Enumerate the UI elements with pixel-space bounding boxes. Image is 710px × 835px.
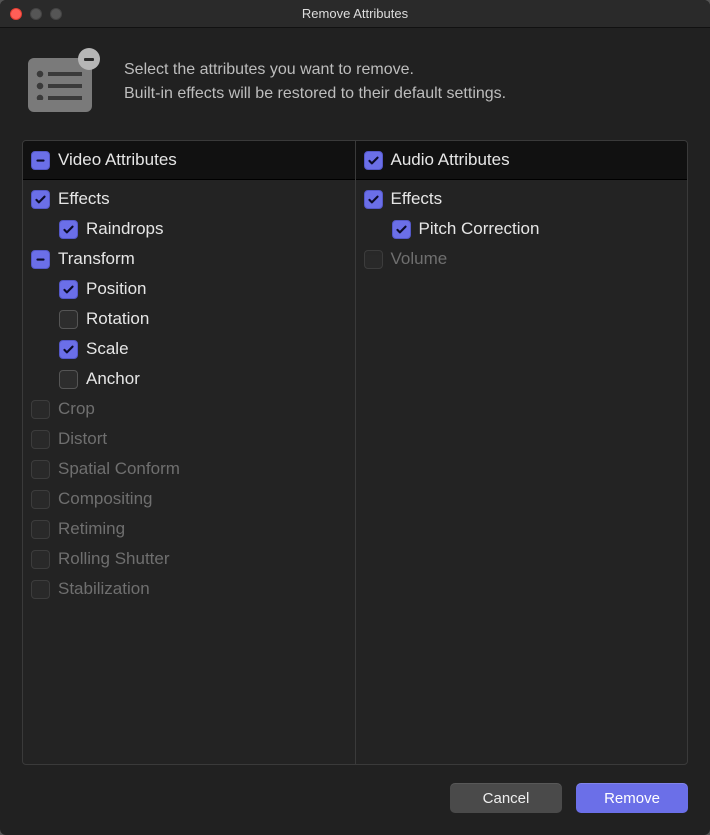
video-crop-checkbox bbox=[31, 400, 50, 419]
video-scale-label: Scale bbox=[86, 339, 129, 359]
video-position-checkbox[interactable] bbox=[59, 280, 78, 299]
video-attributes-header: Video Attributes bbox=[23, 141, 355, 180]
audio-attributes-panel: Audio Attributes Effects Pitch Correction… bbox=[355, 141, 688, 764]
video-rotation-row: Rotation bbox=[31, 304, 347, 334]
audio-volume-row: Volume bbox=[364, 244, 680, 274]
audio-pitch-correction-checkbox[interactable] bbox=[392, 220, 411, 239]
zoom-window-button[interactable] bbox=[50, 8, 62, 20]
video-scale-checkbox[interactable] bbox=[59, 340, 78, 359]
video-rolling-shutter-checkbox bbox=[31, 550, 50, 569]
video-spatial-conform-checkbox bbox=[31, 460, 50, 479]
video-crop-row: Crop bbox=[31, 394, 347, 424]
cancel-button[interactable]: Cancel bbox=[450, 783, 562, 813]
dialog-window: Remove Attributes Select the attributes … bbox=[0, 0, 710, 835]
remove-button[interactable]: Remove bbox=[576, 783, 688, 813]
minimize-window-button[interactable] bbox=[30, 8, 42, 20]
audio-attributes-list: Effects Pitch Correction Volume bbox=[356, 180, 688, 278]
remove-attributes-icon bbox=[28, 52, 98, 112]
audio-pitch-correction-row: Pitch Correction bbox=[364, 214, 680, 244]
attribute-panels: Video Attributes Effects Raindrops Transfo… bbox=[22, 140, 688, 765]
video-anchor-checkbox[interactable] bbox=[59, 370, 78, 389]
video-scale-row: Scale bbox=[31, 334, 347, 364]
video-attributes-header-row: Video Attributes bbox=[31, 145, 347, 175]
video-effects-row: Effects bbox=[31, 184, 347, 214]
audio-attributes-header: Audio Attributes bbox=[356, 141, 688, 180]
video-anchor-row: Anchor bbox=[31, 364, 347, 394]
video-stabilization-label: Stabilization bbox=[58, 579, 150, 599]
video-retiming-label: Retiming bbox=[58, 519, 125, 539]
video-position-label: Position bbox=[86, 279, 146, 299]
dialog-description: Select the attributes you want to remove… bbox=[124, 58, 506, 106]
video-effects-label: Effects bbox=[58, 189, 110, 209]
dialog-footer: Cancel Remove bbox=[0, 783, 710, 835]
video-effects-checkbox[interactable] bbox=[31, 190, 50, 209]
video-anchor-label: Anchor bbox=[86, 369, 140, 389]
close-window-button[interactable] bbox=[10, 8, 22, 20]
video-attributes-header-label: Video Attributes bbox=[58, 150, 177, 170]
video-attributes-list: Effects Raindrops Transform Position Rotatio… bbox=[23, 180, 355, 608]
video-transform-checkbox[interactable] bbox=[31, 250, 50, 269]
audio-attributes-header-label: Audio Attributes bbox=[391, 150, 510, 170]
video-stabilization-row: Stabilization bbox=[31, 574, 347, 604]
video-compositing-checkbox bbox=[31, 490, 50, 509]
dialog-header: Select the attributes you want to remove… bbox=[0, 28, 710, 140]
video-compositing-row: Compositing bbox=[31, 484, 347, 514]
video-rolling-shutter-label: Rolling Shutter bbox=[58, 549, 170, 569]
audio-effects-row: Effects bbox=[364, 184, 680, 214]
audio-pitch-correction-label: Pitch Correction bbox=[419, 219, 540, 239]
window-title: Remove Attributes bbox=[0, 6, 710, 21]
video-rotation-label: Rotation bbox=[86, 309, 149, 329]
video-raindrops-row: Raindrops bbox=[31, 214, 347, 244]
video-spatial-conform-row: Spatial Conform bbox=[31, 454, 347, 484]
video-distort-checkbox bbox=[31, 430, 50, 449]
video-rolling-shutter-row: Rolling Shutter bbox=[31, 544, 347, 574]
audio-volume-checkbox bbox=[364, 250, 383, 269]
video-retiming-row: Retiming bbox=[31, 514, 347, 544]
audio-attributes-header-row: Audio Attributes bbox=[364, 145, 680, 175]
video-retiming-checkbox bbox=[31, 520, 50, 539]
minus-badge-icon bbox=[78, 48, 100, 70]
video-transform-row: Transform bbox=[31, 244, 347, 274]
video-position-row: Position bbox=[31, 274, 347, 304]
titlebar: Remove Attributes bbox=[0, 0, 710, 28]
video-distort-row: Distort bbox=[31, 424, 347, 454]
video-raindrops-checkbox[interactable] bbox=[59, 220, 78, 239]
audio-volume-label: Volume bbox=[391, 249, 448, 269]
video-distort-label: Distort bbox=[58, 429, 107, 449]
video-spatial-conform-label: Spatial Conform bbox=[58, 459, 180, 479]
video-stabilization-checkbox bbox=[31, 580, 50, 599]
video-attributes-panel: Video Attributes Effects Raindrops Transfo… bbox=[23, 141, 355, 764]
dialog-description-line: Select the attributes you want to remove… bbox=[124, 58, 506, 82]
video-rotation-checkbox[interactable] bbox=[59, 310, 78, 329]
video-raindrops-label: Raindrops bbox=[86, 219, 164, 239]
audio-effects-checkbox[interactable] bbox=[364, 190, 383, 209]
audio-attributes-header-checkbox[interactable] bbox=[364, 151, 383, 170]
video-transform-label: Transform bbox=[58, 249, 135, 269]
video-compositing-label: Compositing bbox=[58, 489, 153, 509]
audio-effects-label: Effects bbox=[391, 189, 443, 209]
video-crop-label: Crop bbox=[58, 399, 95, 419]
dialog-description-line: Built-in effects will be restored to the… bbox=[124, 82, 506, 106]
window-controls bbox=[0, 8, 62, 20]
video-attributes-header-checkbox[interactable] bbox=[31, 151, 50, 170]
